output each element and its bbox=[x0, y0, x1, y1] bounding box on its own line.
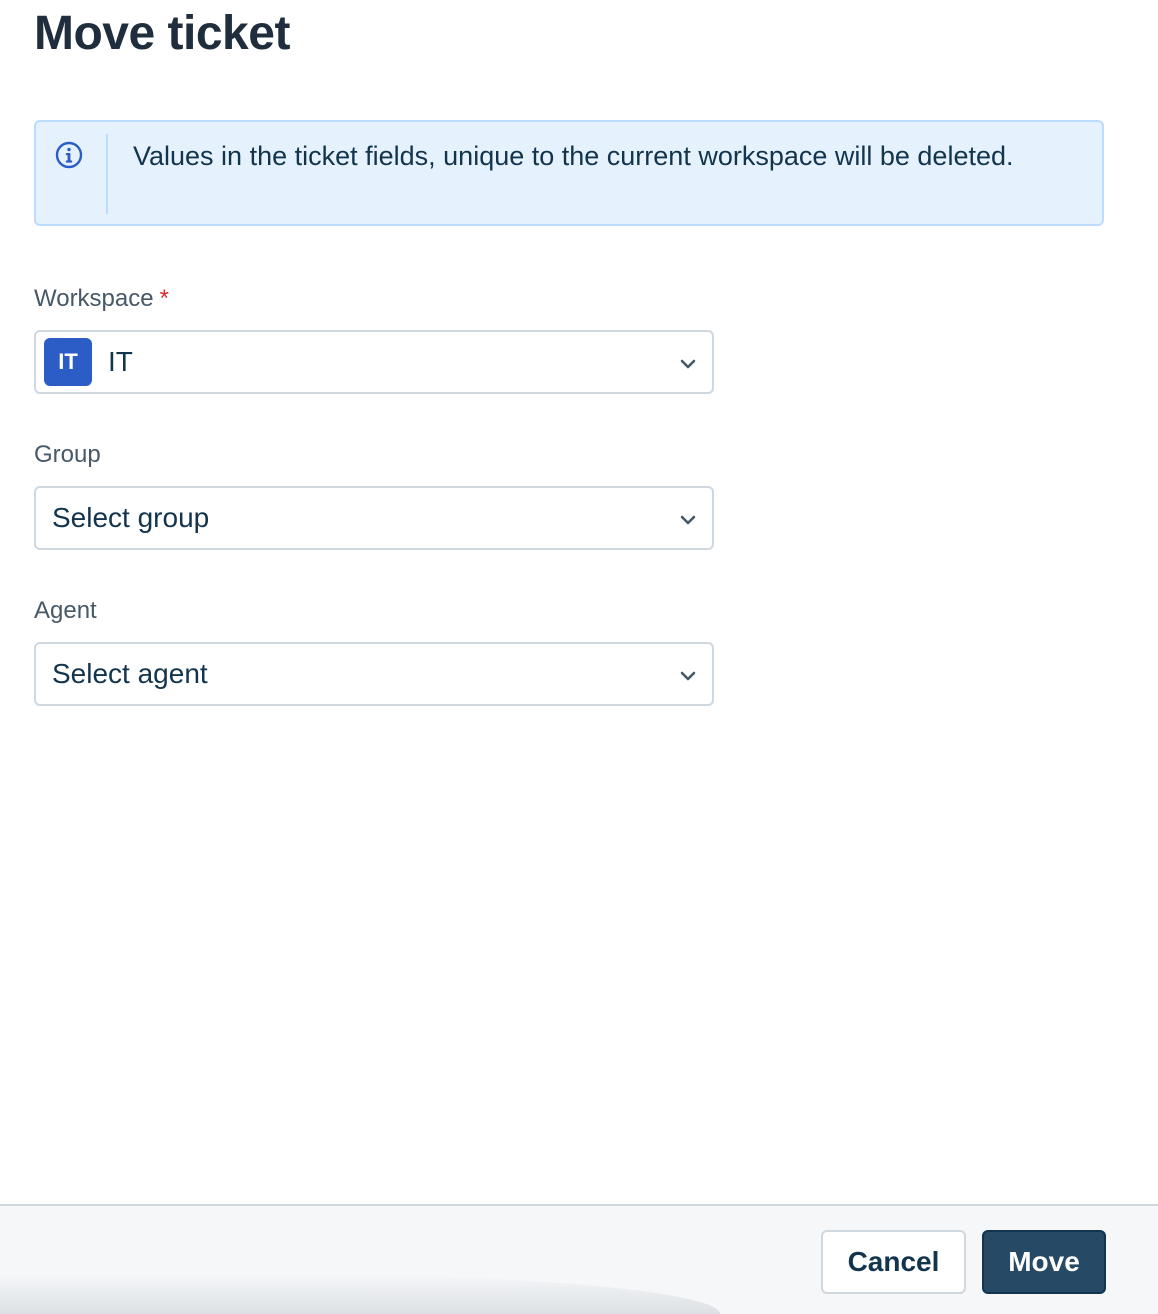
workspace-value: IT bbox=[108, 346, 133, 377]
agent-select[interactable]: Select agent bbox=[34, 642, 714, 706]
info-message: Values in the ticket fields, unique to t… bbox=[133, 141, 1014, 171]
group-placeholder: Select group bbox=[52, 502, 210, 533]
group-select[interactable]: Select group bbox=[34, 486, 714, 550]
chevron-down-icon[interactable] bbox=[678, 510, 698, 530]
footer-shadow bbox=[0, 1274, 720, 1314]
agent-label: Agent bbox=[34, 597, 97, 624]
chevron-down-icon[interactable] bbox=[678, 354, 698, 374]
required-marker: * bbox=[159, 285, 169, 312]
group-label: Group bbox=[34, 441, 101, 468]
info-divider bbox=[106, 134, 108, 214]
page-title: Move ticket bbox=[34, 7, 290, 60]
move-button[interactable]: Move bbox=[982, 1230, 1106, 1294]
chevron-down-icon[interactable] bbox=[678, 666, 698, 686]
workspace-label: Workspace * bbox=[34, 285, 169, 313]
workspace-label-text: Workspace bbox=[34, 285, 154, 312]
workspace-badge: IT bbox=[44, 338, 92, 386]
dialog-footer: Cancel Move bbox=[0, 1204, 1158, 1314]
agent-placeholder: Select agent bbox=[52, 658, 208, 689]
info-banner: Values in the ticket fields, unique to t… bbox=[34, 120, 1104, 226]
cancel-button[interactable]: Cancel bbox=[821, 1230, 966, 1294]
workspace-select[interactable]: IT IT bbox=[34, 330, 714, 394]
info-circle-icon bbox=[55, 141, 83, 169]
